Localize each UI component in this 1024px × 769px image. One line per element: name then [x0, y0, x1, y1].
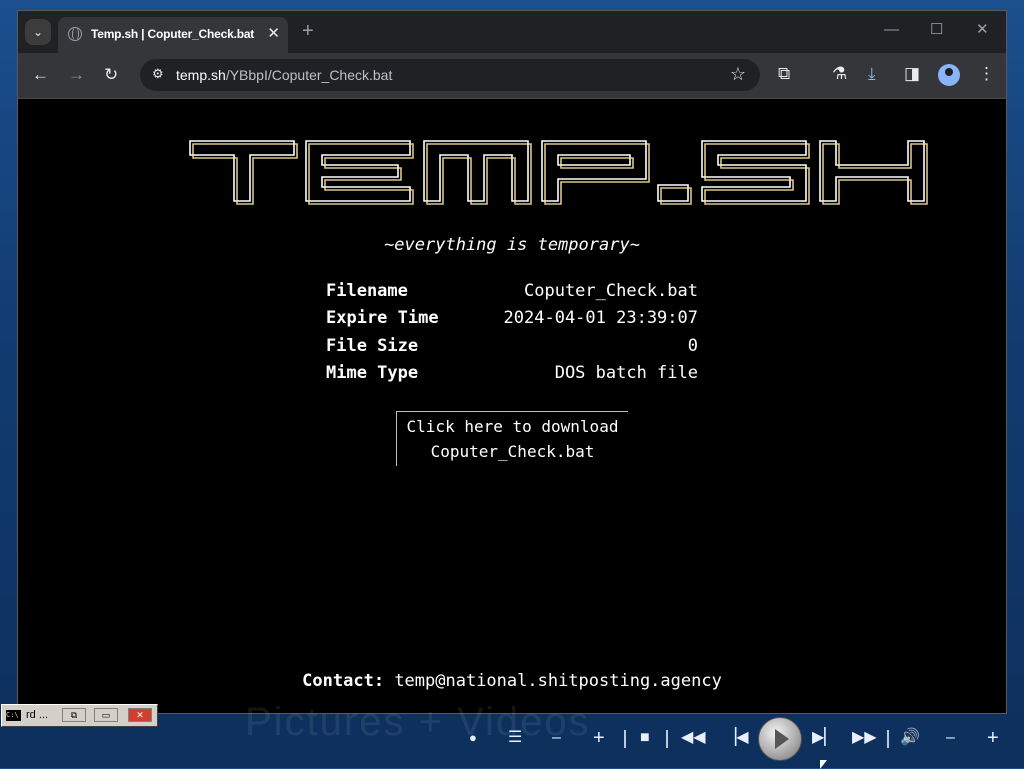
- volume-down-icon[interactable]: –: [946, 727, 955, 749]
- address-bar[interactable]: ⚙ temp.sh/YBbpI/Coputer_Check.bat ☆: [140, 59, 760, 91]
- page-content: ~everything is temporary~ Filename Coput…: [18, 99, 1006, 713]
- playlist-icon[interactable]: ☰: [508, 727, 522, 749]
- window-close-icon[interactable]: ✕: [976, 21, 989, 39]
- restore-icon[interactable]: ⧉: [62, 708, 86, 722]
- more-menu-icon[interactable]: ⋮: [978, 64, 995, 84]
- extensions-icon[interactable]: ⧉: [778, 64, 790, 84]
- info-label: Expire Time: [326, 308, 439, 329]
- minimized-cmd-window[interactable]: C:\ rd ... ⧉ ▭ ✕: [1, 704, 158, 727]
- separator: [887, 730, 889, 748]
- close-icon[interactable]: ✕: [128, 708, 152, 722]
- download-button[interactable]: Click here to download Coputer_Check.bat: [396, 411, 628, 466]
- contact-line: Contact: temp@national.shitposting.agenc…: [18, 671, 1006, 691]
- reload-icon[interactable]: ↻: [104, 65, 118, 85]
- contact-email-link[interactable]: temp@national.shitposting.agency: [394, 671, 722, 691]
- forward-arrow-icon[interactable]: →: [68, 65, 85, 85]
- download-label: Click here to download: [406, 417, 619, 436]
- bookmark-star-icon[interactable]: ☆: [730, 64, 746, 85]
- separator: [666, 730, 668, 748]
- minimize-icon[interactable]: —: [884, 21, 899, 39]
- info-label: File Size: [326, 335, 419, 356]
- stop-icon[interactable]: ■: [640, 727, 650, 749]
- info-value: Coputer_Check.bat: [524, 280, 698, 301]
- temp-sh-logo: [189, 140, 928, 205]
- tab-title: Temp.sh | Coputer_Check.bat: [91, 27, 255, 41]
- labs-flask-icon[interactable]: ⚗: [832, 64, 847, 84]
- info-value: 0: [687, 335, 698, 356]
- maximize-icon[interactable]: ☐: [930, 21, 943, 39]
- info-label: Mime Type: [326, 363, 419, 384]
- zoom-out-icon[interactable]: –: [552, 727, 561, 749]
- cmd-icon: C:\: [6, 710, 21, 721]
- download-icon[interactable]: ⤓: [868, 64, 876, 84]
- record-icon[interactable]: ●: [469, 727, 477, 749]
- previous-track-icon[interactable]: ▕◀: [724, 727, 749, 749]
- volume-up-icon[interactable]: +: [987, 727, 999, 749]
- volume-icon[interactable]: 🔊: [900, 727, 920, 749]
- tab-active[interactable]: Temp.sh | Coputer_Check.bat ✕: [58, 17, 288, 53]
- cmd-window-title: rd ...: [26, 709, 49, 721]
- info-row-mime-type: Mime Type DOS batch file: [326, 360, 698, 388]
- zoom-in-icon[interactable]: +: [593, 727, 605, 749]
- new-tab-button[interactable]: +: [302, 20, 314, 42]
- info-row-expire-time: Expire Time 2024-04-01 23:39:07: [326, 305, 698, 333]
- desktop-background-text: Pictures + Videos: [245, 700, 591, 744]
- close-icon[interactable]: ✕: [267, 25, 280, 43]
- tagline: ~everything is temporary~: [384, 235, 640, 255]
- contact-label: Contact:: [302, 671, 385, 691]
- globe-icon: [68, 27, 82, 41]
- site-info-icon[interactable]: ⚙: [152, 66, 168, 82]
- download-filename: Coputer_Check.bat: [430, 442, 595, 461]
- next-track-icon[interactable]: ▶▏: [812, 727, 837, 749]
- browser-window: ⌄ Temp.sh | Coputer_Check.bat ✕ + — ☐ ✕ …: [17, 10, 1007, 714]
- play-button[interactable]: [758, 717, 802, 761]
- info-label: Filename: [326, 280, 408, 301]
- info-value: DOS batch file: [554, 363, 698, 384]
- tab-search-button[interactable]: ⌄: [25, 19, 51, 45]
- profile-avatar[interactable]: [938, 64, 960, 86]
- file-info-table: Filename Coputer_Check.bat Expire Time 2…: [326, 277, 698, 387]
- info-row-file-size: File Size 0: [326, 332, 698, 360]
- fast-forward-icon[interactable]: ▶▶: [852, 727, 877, 749]
- chevron-down-icon: ⌄: [32, 25, 44, 39]
- info-row-filename: Filename Coputer_Check.bat: [326, 277, 698, 305]
- tab-strip: ⌄ Temp.sh | Coputer_Check.bat ✕ + — ☐ ✕: [18, 11, 1006, 53]
- separator: [624, 730, 626, 748]
- back-arrow-icon[interactable]: ←: [32, 65, 49, 85]
- rewind-icon[interactable]: ◀◀: [681, 727, 706, 749]
- url-text[interactable]: temp.sh/YBbpI/Coputer_Check.bat: [176, 67, 392, 83]
- side-panel-icon[interactable]: ◨: [904, 64, 920, 84]
- info-value: 2024-04-01 23:39:07: [503, 308, 698, 329]
- browser-toolbar: ← → ↻ ⚙ temp.sh/YBbpI/Coputer_Check.bat …: [18, 53, 1006, 99]
- maximize-icon[interactable]: ▭: [94, 708, 118, 722]
